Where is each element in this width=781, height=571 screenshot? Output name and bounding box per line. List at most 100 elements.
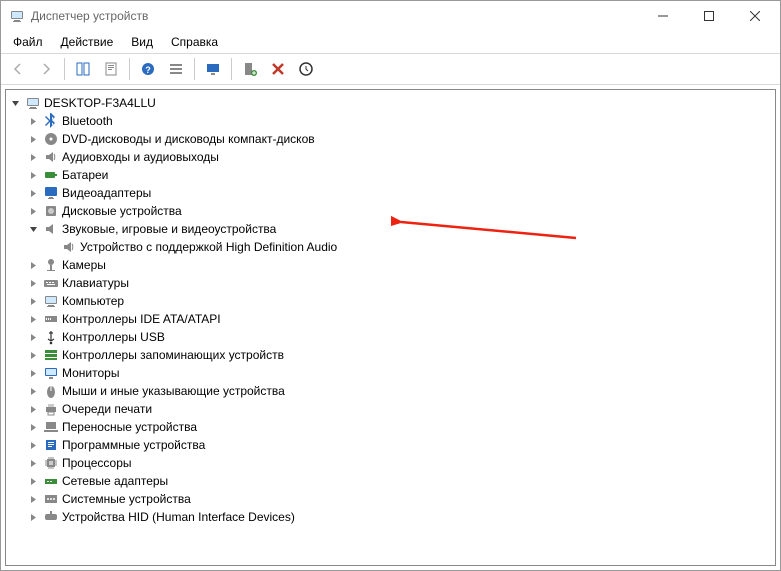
tree-category[interactable]: Видеоадаптеры <box>8 184 773 202</box>
tree-label: Устройство с поддержкой High Definition … <box>80 238 337 256</box>
menu-view[interactable]: Вид <box>123 33 161 51</box>
pane-toggle-button[interactable] <box>70 56 96 82</box>
tree-label: Батареи <box>62 166 108 184</box>
add-legacy-button[interactable] <box>237 56 263 82</box>
tree-label: Контроллеры USB <box>62 328 165 346</box>
menu-action[interactable]: Действие <box>53 33 122 51</box>
close-button[interactable] <box>732 1 778 31</box>
tree-category[interactable]: Контроллеры IDE ATA/ATAPI <box>8 310 773 328</box>
chevron-right-icon[interactable] <box>26 132 40 146</box>
menu-file[interactable]: Файл <box>5 33 51 51</box>
chevron-right-icon[interactable] <box>26 186 40 200</box>
tree-label: Bluetooth <box>62 112 113 130</box>
tree-label: Мыши и иные указывающие устройства <box>62 382 285 400</box>
tree-category[interactable]: Устройства HID (Human Interface Devices) <box>8 508 773 526</box>
scan-hardware-button[interactable] <box>200 56 226 82</box>
minimize-button[interactable] <box>640 1 686 31</box>
tree-category[interactable]: DESKTOP-F3A4LLU <box>8 94 773 112</box>
bluetooth-icon <box>43 113 59 129</box>
hid-icon <box>43 509 59 525</box>
back-button[interactable] <box>5 56 31 82</box>
chevron-down-icon[interactable] <box>26 222 40 236</box>
tree-label: Контроллеры IDE ATA/ATAPI <box>62 310 221 328</box>
battery-icon <box>43 167 59 183</box>
chevron-right-icon[interactable] <box>26 258 40 272</box>
tree-label: Переносные устройства <box>62 418 197 436</box>
toolbar-separator <box>194 58 195 80</box>
chevron-right-icon[interactable] <box>26 384 40 398</box>
tree-label: Устройства HID (Human Interface Devices) <box>62 508 295 526</box>
tree-category[interactable]: Переносные устройства <box>8 418 773 436</box>
chevron-right-icon[interactable] <box>26 276 40 290</box>
menu-help[interactable]: Справка <box>163 33 226 51</box>
tree-category[interactable]: Контроллеры запоминающих устройств <box>8 346 773 364</box>
tree-category[interactable]: Сетевые адаптеры <box>8 472 773 490</box>
toolbar <box>1 53 780 85</box>
mouse-icon <box>43 383 59 399</box>
chevron-right-icon[interactable] <box>26 168 40 182</box>
tree-category[interactable]: Дисковые устройства <box>8 202 773 220</box>
software-icon <box>43 437 59 453</box>
chevron-right-icon[interactable] <box>26 492 40 506</box>
tree-label: Звуковые, игровые и видеоустройства <box>62 220 276 238</box>
tree-category[interactable]: Контроллеры USB <box>8 328 773 346</box>
tree-category[interactable]: Батареи <box>8 166 773 184</box>
tree-category[interactable]: Процессоры <box>8 454 773 472</box>
chevron-right-icon[interactable] <box>26 420 40 434</box>
chevron-right-icon[interactable] <box>26 294 40 308</box>
chevron-right-icon[interactable] <box>26 438 40 452</box>
details-button[interactable] <box>163 56 189 82</box>
tree-category[interactable]: Очереди печати <box>8 400 773 418</box>
device-tree[interactable]: DESKTOP-F3A4LLUBluetoothDVD-дисководы и … <box>5 89 776 566</box>
chevron-right-icon[interactable] <box>26 474 40 488</box>
tree-category[interactable]: Мыши и иные указывающие устройства <box>8 382 773 400</box>
tree-category[interactable]: Звуковые, игровые и видеоустройства <box>8 220 773 238</box>
computer-icon <box>25 95 41 111</box>
tree-leaf[interactable]: Устройство с поддержкой High Definition … <box>8 238 773 256</box>
camera-icon <box>43 257 59 273</box>
tree-label: Аудиовходы и аудиовыходы <box>62 148 219 166</box>
chevron-right-icon[interactable] <box>26 402 40 416</box>
client-area: DESKTOP-F3A4LLUBluetoothDVD-дисководы и … <box>1 85 780 570</box>
chevron-right-icon[interactable] <box>26 312 40 326</box>
properties-button[interactable] <box>98 56 124 82</box>
cpu-icon <box>43 455 59 471</box>
tree-label: Видеоадаптеры <box>62 184 151 202</box>
refresh-button[interactable] <box>293 56 319 82</box>
tree-category[interactable]: DVD-дисководы и дисководы компакт-дисков <box>8 130 773 148</box>
chevron-right-icon[interactable] <box>26 348 40 362</box>
chevron-right-icon[interactable] <box>26 114 40 128</box>
chevron-right-icon[interactable] <box>26 330 40 344</box>
toolbar-separator <box>129 58 130 80</box>
chevron-down-icon[interactable] <box>8 96 22 110</box>
tree-category[interactable]: Bluetooth <box>8 112 773 130</box>
chevron-right-icon[interactable] <box>26 456 40 470</box>
dvd-icon <box>43 131 59 147</box>
tree-category[interactable]: Аудиовходы и аудиовыходы <box>8 148 773 166</box>
monitor-icon <box>43 365 59 381</box>
tree-category[interactable]: Клавиатуры <box>8 274 773 292</box>
tree-category[interactable]: Мониторы <box>8 364 773 382</box>
tree-label: Очереди печати <box>62 400 152 418</box>
tree-category[interactable]: Системные устройства <box>8 490 773 508</box>
tree-label: Системные устройства <box>62 490 191 508</box>
tree-category[interactable]: Компьютер <box>8 292 773 310</box>
tree-category[interactable]: Программные устройства <box>8 436 773 454</box>
speaker-icon <box>61 239 77 255</box>
forward-button[interactable] <box>33 56 59 82</box>
chevron-right-icon[interactable] <box>26 510 40 524</box>
tree-category[interactable]: Камеры <box>8 256 773 274</box>
toolbar-separator <box>231 58 232 80</box>
tree-label: DVD-дисководы и дисководы компакт-дисков <box>62 130 315 148</box>
chevron-right-icon[interactable] <box>26 150 40 164</box>
device-manager-window: Диспетчер устройств Файл Действие Вид Сп… <box>0 0 781 571</box>
tree-label: Сетевые адаптеры <box>62 472 168 490</box>
chevron-right-icon[interactable] <box>26 366 40 380</box>
chevron-right-icon[interactable] <box>26 204 40 218</box>
maximize-button[interactable] <box>686 1 732 31</box>
printer-icon <box>43 401 59 417</box>
remove-device-button[interactable] <box>265 56 291 82</box>
tree-label: DESKTOP-F3A4LLU <box>44 94 156 112</box>
expander-empty <box>44 240 58 254</box>
help-button[interactable] <box>135 56 161 82</box>
